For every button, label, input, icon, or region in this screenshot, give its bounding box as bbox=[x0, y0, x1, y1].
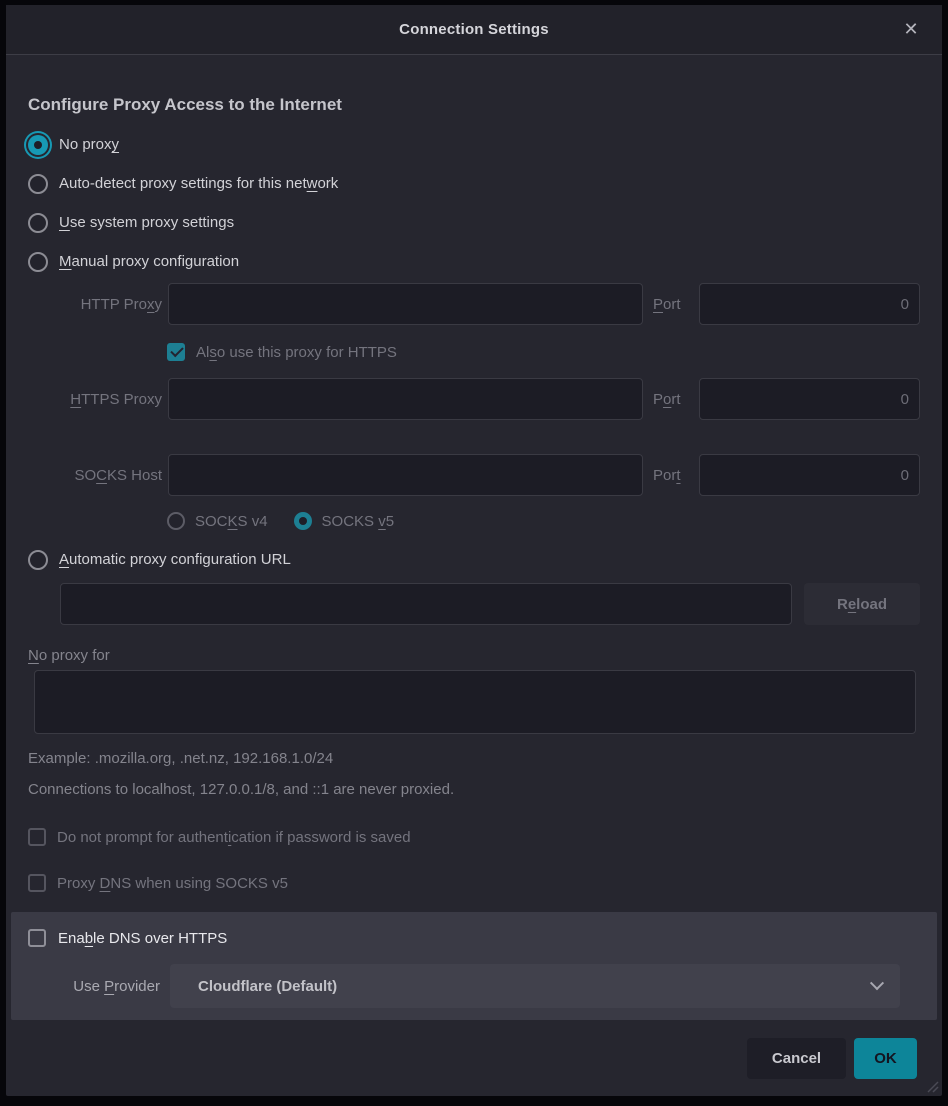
titlebar: Connection Settings ✕ bbox=[6, 5, 942, 55]
auto-config-url-input[interactable] bbox=[60, 583, 792, 625]
dialog-title: Connection Settings bbox=[399, 21, 549, 38]
close-icon[interactable]: ✕ bbox=[894, 5, 928, 54]
radio-system-proxy-label: Use system proxy settings bbox=[59, 214, 234, 231]
radio-system-proxy[interactable]: Use system proxy settings bbox=[28, 203, 920, 242]
radio-selected-icon bbox=[28, 135, 48, 155]
http-port-input[interactable] bbox=[699, 283, 920, 325]
radio-icon bbox=[167, 512, 185, 530]
ok-button[interactable]: OK bbox=[854, 1038, 917, 1079]
socks-host-label: SOCKS Host bbox=[28, 467, 162, 484]
dialog-footer: Cancel OK bbox=[6, 1020, 942, 1096]
resize-grip[interactable] bbox=[925, 1079, 939, 1093]
chevron-down-icon bbox=[870, 976, 884, 990]
no-auth-prompt-label: Do not prompt for authentication if pass… bbox=[57, 829, 411, 846]
proxy-dns-label: Proxy DNS when using SOCKS v5 bbox=[57, 875, 288, 892]
radio-auto-config-url-label: Automatic proxy configuration URL bbox=[59, 551, 291, 568]
enable-doh-checkbox-row[interactable]: Enable DNS over HTTPS bbox=[28, 925, 920, 951]
socks-v4-label: SOCKS v4 bbox=[195, 513, 268, 530]
radio-socks-v5[interactable]: SOCKS v5 bbox=[294, 512, 395, 530]
provider-row: Use Provider Cloudflare (Default) bbox=[28, 964, 920, 1008]
radio-icon bbox=[28, 550, 48, 570]
radio-auto-config-url[interactable]: Automatic proxy configuration URL bbox=[28, 540, 920, 579]
https-proxy-row: HTTPS Proxy Port bbox=[28, 378, 920, 420]
dialog-content: Configure Proxy Access to the Internet N… bbox=[6, 55, 942, 896]
cancel-button[interactable]: Cancel bbox=[747, 1038, 846, 1079]
radio-auto-detect-label: Auto-detect proxy settings for this netw… bbox=[59, 175, 338, 192]
share-proxy-label: Also use this proxy for HTTPS bbox=[196, 344, 397, 361]
checkbox-checked-icon bbox=[167, 343, 185, 361]
http-proxy-row: HTTP Proxy Port bbox=[28, 283, 920, 325]
localhost-note-text: Connections to localhost, 127.0.0.1/8, a… bbox=[28, 781, 920, 798]
socks-port-label: Port bbox=[653, 467, 691, 484]
radio-icon bbox=[28, 213, 48, 233]
socks-version-group: SOCKS v4 SOCKS v5 bbox=[167, 508, 920, 534]
checkbox-icon bbox=[28, 828, 46, 846]
enable-doh-label: Enable DNS over HTTPS bbox=[58, 930, 227, 947]
proxy-dns-checkbox-row[interactable]: Proxy DNS when using SOCKS v5 bbox=[28, 870, 920, 896]
radio-manual-proxy-label: Manual proxy configuration bbox=[59, 253, 239, 270]
https-port-label: Port bbox=[653, 391, 691, 408]
http-proxy-label: HTTP Proxy bbox=[28, 296, 162, 313]
page-title: Configure Proxy Access to the Internet bbox=[28, 95, 920, 115]
socks-v5-label: SOCKS v5 bbox=[322, 513, 395, 530]
checkbox-icon bbox=[28, 929, 46, 947]
no-proxy-for-textarea[interactable] bbox=[34, 670, 916, 734]
http-proxy-input[interactable] bbox=[168, 283, 643, 325]
no-proxy-for-label: No proxy for bbox=[28, 647, 920, 664]
radio-icon bbox=[28, 252, 48, 272]
https-port-input[interactable] bbox=[699, 378, 920, 420]
auto-config-url-row: Reload bbox=[60, 583, 920, 625]
provider-dropdown-value: Cloudflare (Default) bbox=[198, 978, 337, 995]
provider-dropdown[interactable]: Cloudflare (Default) bbox=[170, 964, 900, 1008]
share-proxy-checkbox-row[interactable]: Also use this proxy for HTTPS bbox=[167, 339, 920, 365]
connection-settings-dialog: Connection Settings ✕ Configure Proxy Ac… bbox=[6, 5, 942, 1096]
no-auth-prompt-checkbox-row[interactable]: Do not prompt for authentication if pass… bbox=[28, 824, 920, 850]
radio-no-proxy[interactable]: No proxy bbox=[28, 125, 920, 164]
http-port-label: Port bbox=[653, 296, 691, 313]
radio-auto-detect[interactable]: Auto-detect proxy settings for this netw… bbox=[28, 164, 920, 203]
socks-host-input[interactable] bbox=[168, 454, 643, 496]
https-proxy-label: HTTPS Proxy bbox=[28, 391, 162, 408]
reload-button[interactable]: Reload bbox=[804, 583, 920, 625]
checkbox-icon bbox=[28, 874, 46, 892]
no-proxy-example-text: Example: .mozilla.org, .net.nz, 192.168.… bbox=[28, 750, 920, 767]
use-provider-label: Use Provider bbox=[28, 978, 160, 995]
socks-host-row: SOCKS Host Port bbox=[28, 454, 920, 496]
radio-socks-v4[interactable]: SOCKS v4 bbox=[167, 512, 268, 530]
radio-no-proxy-label: No proxy bbox=[59, 136, 119, 153]
radio-icon bbox=[28, 174, 48, 194]
https-proxy-input[interactable] bbox=[168, 378, 643, 420]
radio-selected-icon bbox=[294, 512, 312, 530]
radio-manual-proxy[interactable]: Manual proxy configuration bbox=[28, 242, 920, 281]
dns-over-https-section: Enable DNS over HTTPS Use Provider Cloud… bbox=[11, 912, 937, 1020]
socks-port-input[interactable] bbox=[699, 454, 920, 496]
